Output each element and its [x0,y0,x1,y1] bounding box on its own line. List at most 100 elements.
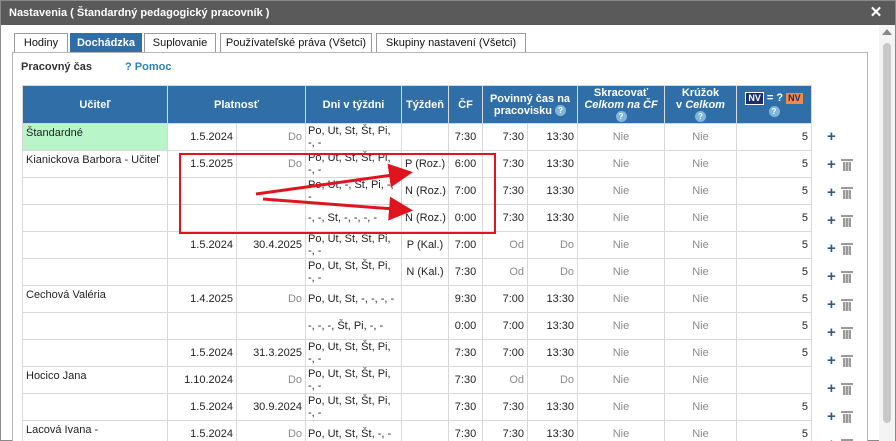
add-icon[interactable]: + [827,156,836,174]
week-cell [401,420,449,441]
nv-cell: 5 [736,258,812,286]
cf-cell: 9:30 [448,285,483,313]
scroll-up-icon[interactable] [882,29,892,35]
close-icon[interactable]: ✕ [867,4,885,22]
header-required-time[interactable]: Povinný čas na pracovisku ? [482,85,578,124]
trash-icon[interactable] [841,355,853,367]
table-row[interactable]: Lacová Ivana -1.5.2024 Do Po, Ut, St, Št, … [22,420,823,441]
row-action-group: + [827,240,863,260]
valid-from-cell: 1.5.2025 [167,150,237,178]
header-cf[interactable]: ČF [448,85,483,124]
row-spacer [812,286,823,313]
header-validity[interactable]: Platnosť [167,85,306,124]
add-icon[interactable]: + [827,268,836,286]
trash-icon[interactable] [841,271,853,283]
nv-cell: 5 [736,204,812,232]
club-cell: Nie [664,285,737,313]
valid-to-cell [236,177,306,205]
help-icon[interactable]: ? [555,105,567,117]
help-icon[interactable]: ? [768,105,780,117]
table-row[interactable]: 1.5.2024 30.9.2024 Po, Ut, St, Št, Pi, -, … [22,393,823,421]
header-shorten[interactable]: Skracovať Celkom na ČF ? [577,85,665,124]
tab-suplovanie[interactable]: Suplovanie [144,33,216,53]
help-link[interactable]: ? Pomoc [125,61,171,73]
shorten-cell: Nie [577,366,665,394]
table-row[interactable]: Štandardné 1.5.2024 Do Po, Ut, St, Št, Pi, … [22,123,823,151]
trash-icon[interactable] [841,411,853,423]
valid-to-cell: Do [236,420,306,441]
trash-icon[interactable] [841,159,853,171]
days-cell: Po, Ut, St, Št, Pi, -, - [305,231,402,259]
row-spacer [812,421,823,441]
teacher-cell [22,258,168,286]
add-icon[interactable]: + [827,352,836,370]
teacher-cell [22,204,168,232]
week-cell: P (Roz.) [401,150,449,178]
add-icon[interactable]: + [827,296,836,314]
table-row[interactable]: Po, Ut, -, Št, Pi, -, -N (Roz.) 7:00 7:30 1… [22,177,823,205]
teacher-cell [22,177,168,205]
club-cell: Nie [664,366,737,394]
header-nv[interactable]: NV = ? NV ? [736,85,812,124]
time-to-cell: Do [527,366,578,394]
add-icon[interactable]: + [827,324,836,342]
trash-icon[interactable] [841,383,853,395]
table-row[interactable]: -, -, -, Št, Pi, -, -0:00 7:00 13:30 Nie Nie… [22,312,823,340]
add-icon[interactable]: + [827,436,836,441]
settings-window: Nastavenia ( Štandardný pedagogický prac… [0,0,896,441]
club-cell: Nie [664,123,737,151]
add-icon[interactable]: + [827,380,836,398]
time-from-cell: Od [482,366,528,394]
table-row[interactable]: Po, Ut, St, Št, Pi, -, -N (Kal.) 7:30 Od Do… [22,258,823,286]
shorten-cell: Nie [577,420,665,441]
header-teacher[interactable]: Učiteľ [22,85,168,124]
valid-to-cell [236,312,306,340]
club-cell: Nie [664,150,737,178]
row-action-group: + [827,408,863,428]
cf-cell: 0:00 [448,312,483,340]
add-icon[interactable]: + [827,212,836,230]
trash-icon[interactable] [841,215,853,227]
vertical-scrollbar[interactable] [879,25,895,441]
days-cell: Po, Ut, St, Št, Pi, -, - [305,258,402,286]
table-row[interactable]: Hocico Jana 1.10.2024 Do Po, Ut, St, Št, Pi… [22,366,823,394]
trash-icon[interactable] [841,327,853,339]
trash-icon[interactable] [841,243,853,255]
cf-cell: 7:30 [448,258,483,286]
days-cell: Po, Ut, -, Št, Pi, -, - [305,177,402,205]
add-icon[interactable]: + [827,184,836,202]
days-cell: Po, Ut, St, Št, Pi, -, - [305,393,402,421]
week-cell [401,393,449,421]
time-to-cell: 13:30 [527,177,578,205]
table-row[interactable]: -, -, St, -, -, -, -N (Roz.) 0:00 7:30 13:3… [22,204,823,232]
valid-from-cell [167,258,237,286]
days-cell: -, -, St, -, -, -, - [305,204,402,232]
help-icon[interactable]: ? [695,111,706,123]
header-days[interactable]: Dni v týždni [305,85,402,124]
nv-cell: 5 [736,150,812,178]
header-week[interactable]: Týždeň [401,85,449,124]
club-cell: Nie [664,204,737,232]
table-row[interactable]: 1.5.2024 31.3.2025 Po, Ut, St, Št, Pi, -, … [22,339,823,367]
days-cell: Po, Ut, St, -, -, -, - [305,285,402,313]
help-icon[interactable]: ? [615,111,627,123]
tab-skupiny-nastaveni[interactable]: Skupiny nastavení (Všetci) [376,33,526,53]
tab-dochadzka[interactable]: Dochádzka [70,33,142,53]
table-row[interactable]: Cechová Valéria 1.4.2025 Do Po, Ut, St, -, … [22,285,823,313]
shorten-cell: Nie [577,123,665,151]
add-icon[interactable]: + [827,128,836,146]
time-from-cell: 7:30 [482,123,528,151]
trash-icon[interactable] [841,187,853,199]
tab-pouzivatelske-prava[interactable]: Používateľské práva (Všetci) [220,33,372,53]
club-cell: Nie [664,258,737,286]
add-icon[interactable]: + [827,240,836,258]
tab-hodiny[interactable]: Hodiny [14,33,68,53]
add-icon[interactable]: + [827,408,836,426]
scroll-thumb[interactable] [883,43,891,423]
table-row[interactable]: Kianickova Barbora - Učiteľ 1.5.2025 Do Po,… [22,150,823,178]
trash-icon[interactable] [841,299,853,311]
table-row[interactable]: 1.5.2024 30.4.2025 Po, Ut, St, Št, Pi, -, … [22,231,823,259]
time-to-cell: 13:30 [527,339,578,367]
valid-to-cell: Do [236,366,306,394]
header-club[interactable]: Krúžok v Celkom ? [664,85,737,124]
